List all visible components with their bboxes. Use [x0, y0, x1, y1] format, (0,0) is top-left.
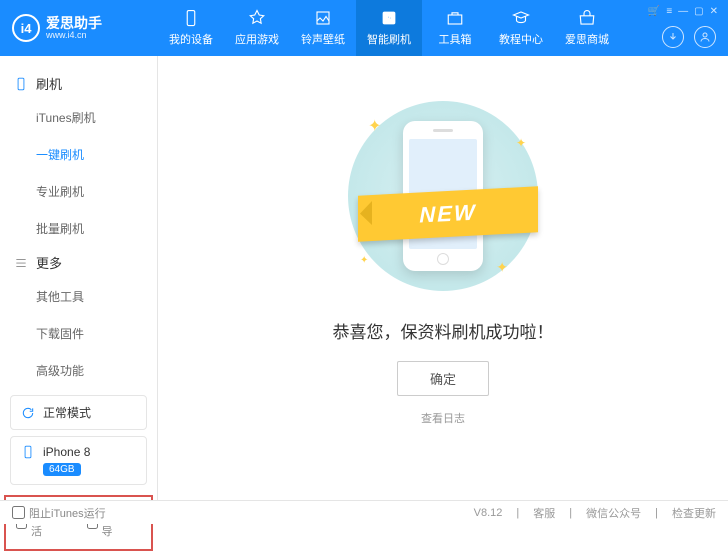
- star-icon: ✦: [496, 259, 508, 276]
- maximize-icon[interactable]: ▢: [694, 6, 703, 17]
- close-icon[interactable]: ✕: [710, 6, 718, 17]
- block-itunes-checkbox[interactable]: 阻止iTunes运行: [12, 505, 106, 521]
- nav-toolbox[interactable]: 工具箱: [422, 0, 488, 56]
- nav-store[interactable]: 爱思商城: [554, 0, 620, 56]
- star-icon: ✦: [368, 116, 381, 136]
- phone-icon: [14, 77, 28, 91]
- new-ribbon: NEW: [358, 186, 538, 241]
- sidebar-item-other-tools[interactable]: 其他工具: [36, 278, 143, 315]
- logo-subtitle: www.i4.cn: [46, 30, 102, 41]
- refresh-icon: [21, 406, 35, 420]
- nav-tutorials[interactable]: 教程中心: [488, 0, 554, 56]
- sidebar-group-flash[interactable]: 刷机: [14, 68, 143, 99]
- nav-ringtones[interactable]: 铃声壁纸: [290, 0, 356, 56]
- top-nav: 我的设备 应用游戏 铃声壁纸 智能刷机 工具箱 教程中心 爱思商城: [158, 0, 620, 56]
- store-icon: [578, 9, 596, 27]
- sidebar-item-oneclick-flash[interactable]: 一键刷机: [36, 136, 143, 173]
- device-icon: [182, 9, 200, 27]
- device-name: iPhone 8: [43, 445, 90, 459]
- device-info[interactable]: iPhone 8 64GB: [10, 436, 147, 485]
- download-button[interactable]: [662, 26, 684, 48]
- sidebar-item-batch-flash[interactable]: 批量刷机: [36, 210, 143, 247]
- logo-icon: i4: [12, 14, 40, 42]
- sidebar-item-download-firmware[interactable]: 下载固件: [36, 315, 143, 352]
- flash-icon: [380, 9, 398, 27]
- star-icon: ✦: [360, 255, 368, 266]
- sidebar: 刷机 iTunes刷机 一键刷机 专业刷机 批量刷机 更多 其他工具 下载固件 …: [0, 56, 158, 524]
- sidebar-item-pro-flash[interactable]: 专业刷机: [36, 173, 143, 210]
- wechat-link[interactable]: 微信公众号: [586, 505, 641, 521]
- logo-title: 爱思助手: [46, 16, 102, 30]
- main-content: NEW ✦ ✦ ✦ ✦ 恭喜您，保资料刷机成功啦！ 确定 查看日志: [158, 56, 728, 524]
- check-update-link[interactable]: 检查更新: [672, 505, 716, 521]
- sidebar-group-more[interactable]: 更多: [14, 247, 143, 278]
- apps-icon: [248, 9, 266, 27]
- window-controls: 🛒 ≡ — ▢ ✕: [648, 6, 718, 17]
- header-bar: i4 爱思助手 www.i4.cn 我的设备 应用游戏 铃声壁纸 智能刷机 工具…: [0, 0, 728, 56]
- phone-icon: [21, 445, 35, 459]
- customer-service-link[interactable]: 客服: [533, 505, 555, 521]
- nav-my-device[interactable]: 我的设备: [158, 0, 224, 56]
- success-message: 恭喜您，保资料刷机成功啦！: [333, 318, 554, 343]
- storage-badge: 64GB: [43, 463, 81, 476]
- nav-apps[interactable]: 应用游戏: [224, 0, 290, 56]
- user-button[interactable]: [694, 26, 716, 48]
- view-log-link[interactable]: 查看日志: [421, 410, 465, 426]
- sidebar-item-advanced[interactable]: 高级功能: [36, 352, 143, 389]
- ok-button[interactable]: 确定: [397, 361, 489, 396]
- cart-icon[interactable]: 🛒: [648, 6, 660, 17]
- logo[interactable]: i4 爱思助手 www.i4.cn: [0, 14, 158, 42]
- status-bar: 阻止iTunes运行 V8.12 | 客服 | 微信公众号 | 检查更新: [0, 500, 728, 524]
- list-icon: [14, 256, 28, 270]
- toolbox-icon: [446, 9, 464, 27]
- menu-icon[interactable]: ≡: [666, 6, 672, 17]
- version-label: V8.12: [474, 507, 503, 519]
- sidebar-item-itunes-flash[interactable]: iTunes刷机: [36, 99, 143, 136]
- minimize-icon[interactable]: —: [678, 6, 688, 17]
- success-illustration: NEW ✦ ✦ ✦ ✦: [338, 96, 548, 296]
- tutorial-icon: [512, 9, 530, 27]
- nav-flash[interactable]: 智能刷机: [356, 0, 422, 56]
- star-icon: ✦: [516, 136, 526, 150]
- wallpaper-icon: [314, 9, 332, 27]
- mode-selector[interactable]: 正常模式: [10, 395, 147, 430]
